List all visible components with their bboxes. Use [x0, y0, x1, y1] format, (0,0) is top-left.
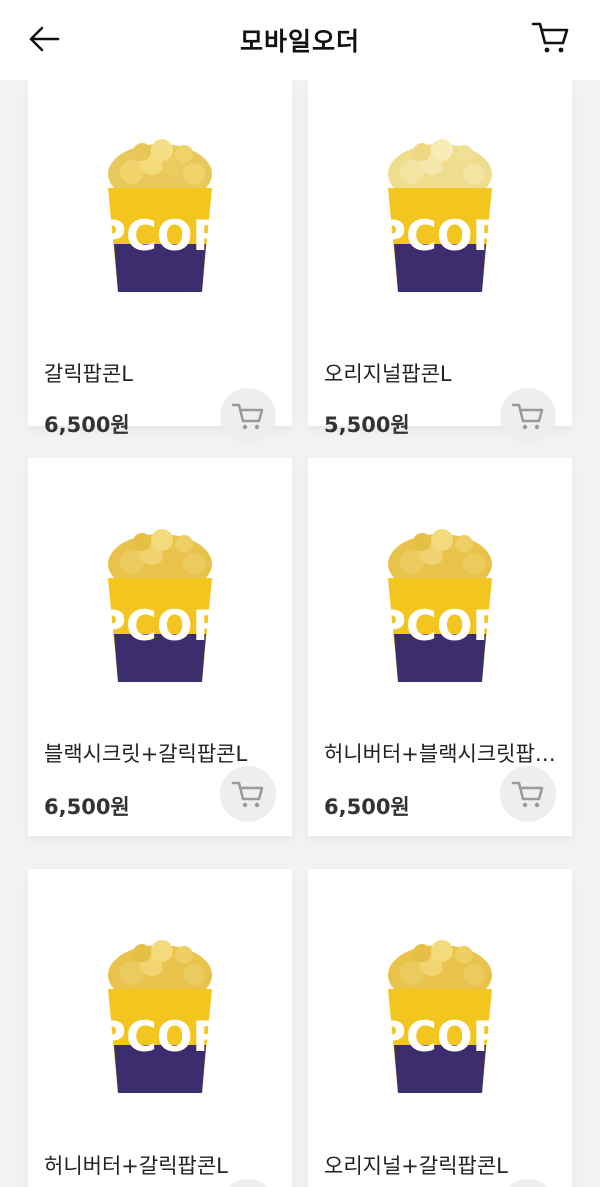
- product-card[interactable]: PCOR 오리지널+갈릭팝콘L: [308, 869, 572, 1187]
- add-to-cart-button[interactable]: [500, 388, 556, 444]
- product-price: 6,500원: [324, 795, 410, 819]
- popcorn-image: PCOR: [375, 512, 505, 682]
- page-title: 모바일오더: [239, 27, 360, 56]
- product-name: 오리지널+갈릭팝콘L: [324, 1154, 508, 1178]
- product-card[interactable]: PCOR 허니버터+블랙시크릿팝콘L 6,500원: [308, 458, 572, 836]
- add-to-cart-button[interactable]: [220, 388, 276, 444]
- arrow-left-icon: [29, 26, 60, 52]
- product-grid: PCOR 갈릭팝콘L 6,500원 PCOR 오리지널팝콘L 5,500원 PC…: [0, 0, 600, 1187]
- product-price: 5,500원: [324, 413, 410, 437]
- product-name: 오리지널팝콘L: [324, 362, 452, 386]
- app-header: 모바일오더: [0, 0, 600, 80]
- product-name: 갈릭팝콘L: [44, 362, 133, 386]
- product-price: 6,500원: [44, 413, 130, 437]
- product-price: 6,500원: [44, 795, 130, 819]
- svg-text:PCOR: PCOR: [382, 1012, 498, 1061]
- add-to-cart-button[interactable]: [500, 766, 556, 822]
- cart-icon: [231, 403, 264, 430]
- svg-text:PCOR: PCOR: [382, 211, 498, 260]
- product-card[interactable]: PCOR 오리지널팝콘L 5,500원: [308, 80, 572, 444]
- cart-icon: [511, 781, 544, 808]
- product-card[interactable]: PCOR 블랙시크릿+갈릭팝콘L 6,500원: [28, 458, 292, 836]
- add-to-cart-button[interactable]: [500, 1179, 556, 1187]
- cart-icon: [511, 403, 544, 430]
- header-cart-button[interactable]: [530, 18, 570, 56]
- back-button[interactable]: [26, 22, 62, 56]
- cart-icon: [531, 22, 569, 53]
- popcorn-image: PCOR: [375, 122, 505, 292]
- product-name: 허니버터+갈릭팝콘L: [44, 1154, 228, 1178]
- svg-text:PCOR: PCOR: [102, 211, 218, 260]
- product-card[interactable]: PCOR 갈릭팝콘L 6,500원: [28, 80, 292, 444]
- add-to-cart-button[interactable]: [220, 766, 276, 822]
- popcorn-image: PCOR: [95, 923, 225, 1093]
- product-name: 블랙시크릿+갈릭팝콘L: [44, 742, 248, 766]
- product-card[interactable]: PCOR 허니버터+갈릭팝콘L: [28, 869, 292, 1187]
- popcorn-image: PCOR: [95, 512, 225, 682]
- svg-text:PCOR: PCOR: [102, 601, 218, 650]
- popcorn-image: PCOR: [95, 122, 225, 292]
- cart-icon: [231, 781, 264, 808]
- svg-text:PCOR: PCOR: [382, 601, 498, 650]
- popcorn-image: PCOR: [375, 923, 505, 1093]
- product-name: 허니버터+블랙시크릿팝콘L: [324, 742, 560, 766]
- svg-text:PCOR: PCOR: [102, 1012, 218, 1061]
- add-to-cart-button[interactable]: [220, 1179, 276, 1187]
